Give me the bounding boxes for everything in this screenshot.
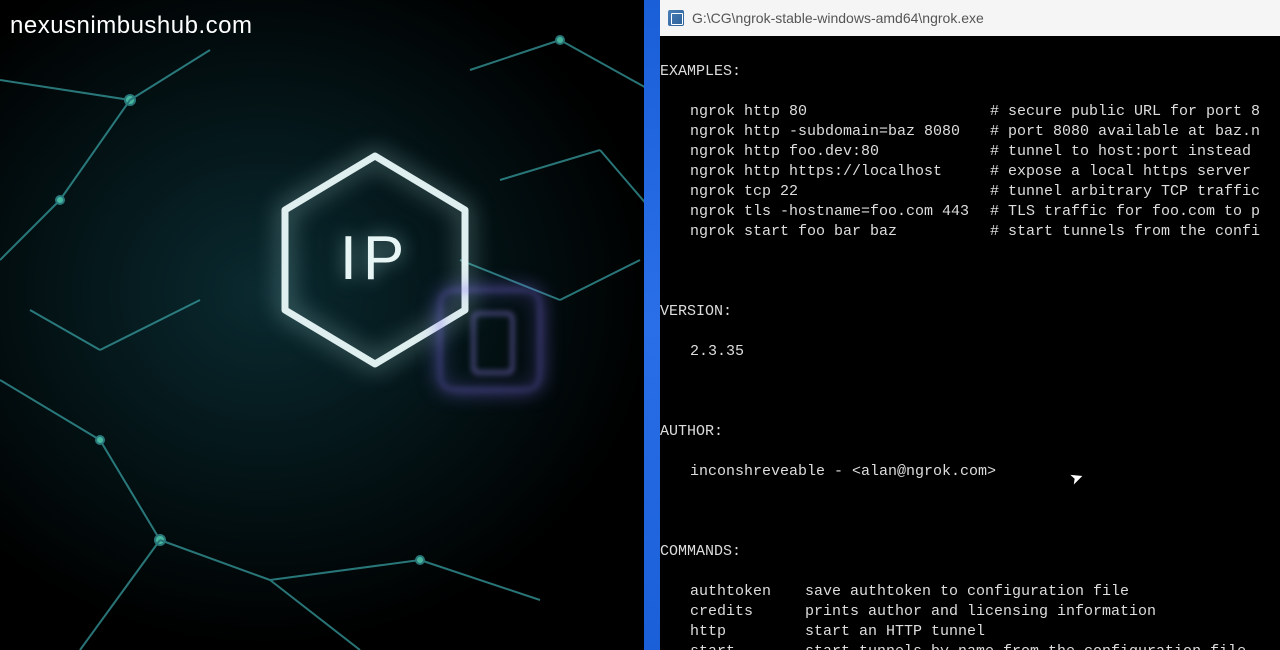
watermark-text: nexusnimbushub.com (10, 12, 252, 40)
command-desc: start an HTTP tunnel (805, 622, 985, 642)
example-row: ngrok tls -hostname=foo.com 443# TLS tra… (660, 202, 1280, 222)
secondary-glow-box (440, 290, 540, 390)
example-row: ngrok http https://localhost# expose a l… (660, 162, 1280, 182)
example-comment: # secure public URL for port 8 (990, 102, 1260, 122)
window-titlebar[interactable]: G:\CG\ngrok-stable-windows-amd64\ngrok.e… (660, 0, 1280, 36)
commands-header: COMMANDS: (660, 542, 1280, 562)
examples-header: EXAMPLES: (660, 62, 1280, 82)
ip-label: IP (340, 223, 411, 294)
example-cmd: ngrok tcp 22 (660, 182, 990, 202)
version-value: 2.3.35 (660, 342, 1280, 362)
command-row: httpstart an HTTP tunnel (660, 622, 1280, 642)
example-row: ngrok http foo.dev:80# tunnel to host:po… (660, 142, 1280, 162)
command-desc: start tunnels by name from the configura… (805, 642, 1246, 650)
version-header: VERSION: (660, 302, 1280, 322)
example-comment: # expose a local https server (990, 162, 1260, 182)
example-row: ngrok http -subdomain=baz 8080# port 808… (660, 122, 1280, 142)
example-row: ngrok tcp 22# tunnel arbitrary TCP traff… (660, 182, 1280, 202)
example-row: ngrok start foo bar baz# start tunnels f… (660, 222, 1280, 242)
example-comment: # tunnel arbitrary TCP traffic (990, 182, 1260, 202)
command-name: start (660, 642, 805, 650)
example-comment: # TLS traffic for foo.com to p (990, 202, 1260, 222)
command-desc: save authtoken to configuration file (805, 582, 1129, 602)
example-comment: # port 8080 available at baz.n (990, 122, 1260, 142)
example-cmd: ngrok http 80 (660, 102, 990, 122)
command-name: http (660, 622, 805, 642)
window-app-icon (668, 10, 684, 26)
example-cmd: ngrok http foo.dev:80 (660, 142, 990, 162)
command-row: authtokensave authtoken to configuration… (660, 582, 1280, 602)
command-desc: prints author and licensing information (805, 602, 1156, 622)
example-cmd: ngrok http https://localhost (660, 162, 990, 182)
window-title: G:\CG\ngrok-stable-windows-amd64\ngrok.e… (692, 10, 984, 26)
author-value: inconshreveable - <alan@ngrok.com> (660, 462, 1280, 482)
terminal-output[interactable]: EXAMPLES: ngrok http 80# secure public U… (660, 36, 1280, 650)
command-row: creditsprints author and licensing infor… (660, 602, 1280, 622)
command-name: authtoken (660, 582, 805, 602)
command-row: startstart tunnels by name from the conf… (660, 642, 1280, 650)
example-comment: # tunnel to host:port instead (990, 142, 1260, 162)
author-header: AUTHOR: (660, 422, 1280, 442)
example-cmd: ngrok start foo bar baz (660, 222, 990, 242)
example-cmd: ngrok http -subdomain=baz 8080 (660, 122, 990, 142)
example-row: ngrok http 80# secure public URL for por… (660, 102, 1280, 122)
command-name: credits (660, 602, 805, 622)
hero-graphic: nexusnimbushub.com IP (0, 0, 660, 650)
example-comment: # start tunnels from the confi (990, 222, 1260, 242)
blue-edge-strip (644, 0, 660, 650)
terminal-window: G:\CG\ngrok-stable-windows-amd64\ngrok.e… (660, 0, 1280, 650)
example-cmd: ngrok tls -hostname=foo.com 443 (660, 202, 990, 222)
